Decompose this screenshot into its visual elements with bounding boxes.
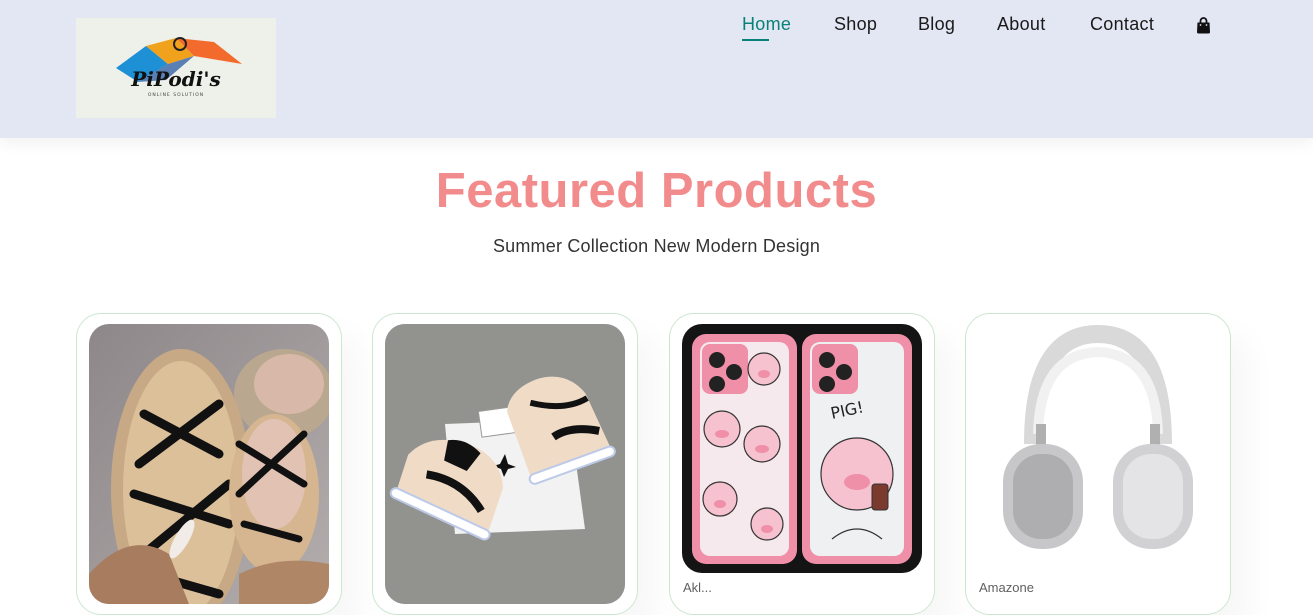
nav-about[interactable]: About (997, 14, 1046, 35)
section-subtitle: Summer Collection New Modern Design (492, 236, 821, 256)
product-image-sandals (89, 324, 329, 604)
product-image-headphones (978, 324, 1218, 574)
nav-home[interactable]: Home (742, 14, 791, 35)
product-card[interactable]: Amazone (965, 313, 1231, 615)
svg-text:ONLINE SOLUTION: ONLINE SOLUTION (148, 92, 204, 98)
active-nav-underline (742, 39, 769, 41)
product-image-sneakers (385, 324, 625, 604)
shopping-bag-icon[interactable] (1196, 17, 1211, 38)
product-card[interactable]: PIG! Akl... (669, 313, 935, 615)
section-title: Featured Products (435, 164, 878, 218)
nav-blog[interactable]: Blog (918, 14, 955, 35)
logo[interactable]: PiPodi's ONLINE SOLUTION (76, 18, 276, 118)
product-image-phone-cases: PIG! (682, 324, 922, 573)
product-card[interactable] (372, 313, 638, 615)
product-card[interactable] (76, 313, 342, 615)
svg-text:PiPodi's: PiPodi's (130, 67, 220, 91)
nav-contact[interactable]: Contact (1090, 14, 1154, 35)
logo-graphic: PiPodi's ONLINE SOLUTION (76, 18, 276, 118)
site-header: PiPodi's ONLINE SOLUTION Home Shop Blog … (0, 0, 1313, 138)
nav-shop[interactable]: Shop (834, 14, 877, 35)
